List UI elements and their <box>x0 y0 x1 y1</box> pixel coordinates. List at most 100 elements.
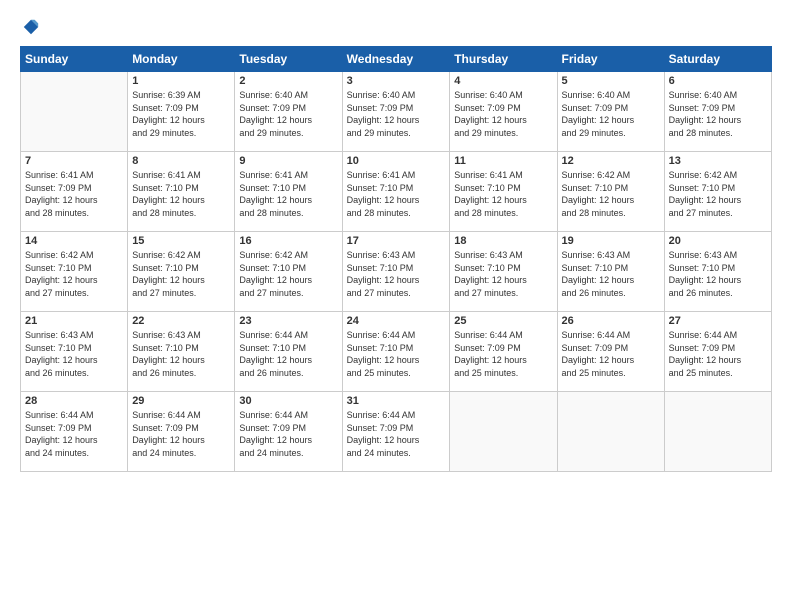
calendar-cell <box>557 392 664 472</box>
day-number: 4 <box>454 75 552 87</box>
weekday-wednesday: Wednesday <box>342 47 450 72</box>
calendar-cell: 20 Sunrise: 6:43 AM Sunset: 7:10 PM Dayli… <box>664 232 771 312</box>
calendar-cell: 25Sunrise: 6:44 AM Sunset: 7:09 PM Dayli… <box>450 312 557 392</box>
calendar-cell: 19 Sunrise: 6:43 AM Sunset: 7:10 PM Dayli… <box>557 232 664 312</box>
day-info: Sunrise: 6:43 AM Sunset: 7:10 PM Dayligh… <box>347 249 446 299</box>
day-info: Sunrise: 6:40 AM Sunset: 7:09 PM Dayligh… <box>347 89 446 139</box>
day-number: 27 <box>669 315 767 327</box>
day-number: 11 <box>454 155 552 167</box>
day-number: 17 <box>347 235 446 247</box>
calendar-cell: 29 Sunrise: 6:44 AM Sunset: 7:09 PM Dayli… <box>128 392 235 472</box>
day-info: Sunrise: 6:43 AM Sunset: 7:10 PM Dayligh… <box>669 249 767 299</box>
header <box>20 18 772 36</box>
day-info: Sunrise: 6:43 AM Sunset: 7:10 PM Dayligh… <box>132 329 230 379</box>
day-number: 22 <box>132 315 230 327</box>
calendar-cell: 3 Sunrise: 6:40 AM Sunset: 7:09 PM Daylig… <box>342 72 450 152</box>
calendar-cell: 17 Sunrise: 6:43 AM Sunset: 7:10 PM Dayli… <box>342 232 450 312</box>
day-info: Sunrise: 6:44 AM Sunset: 7:09 PM Dayligh… <box>347 409 446 459</box>
calendar-cell: 2 Sunrise: 6:40 AM Sunset: 7:09 PM Daylig… <box>235 72 342 152</box>
calendar-cell: 15 Sunrise: 6:42 AM Sunset: 7:10 PM Dayli… <box>128 232 235 312</box>
day-number: 5 <box>562 75 660 87</box>
calendar-cell: 22 Sunrise: 6:43 AM Sunset: 7:10 PM Dayli… <box>128 312 235 392</box>
day-number: 13 <box>669 155 767 167</box>
day-info: Sunrise: 6:42 AM Sunset: 7:10 PM Dayligh… <box>132 249 230 299</box>
day-number: 23 <box>239 315 337 327</box>
day-info: Sunrise: 6:40 AM Sunset: 7:09 PM Dayligh… <box>454 89 552 139</box>
weekday-header-row: SundayMondayTuesdayWednesdayThursdayFrid… <box>21 47 772 72</box>
day-info: Sunrise: 6:44 AM Sunset: 7:09 PM Dayligh… <box>454 329 552 379</box>
day-info: Sunrise: 6:43 AM Sunset: 7:10 PM Dayligh… <box>25 329 123 379</box>
day-info: Sunrise: 6:42 AM Sunset: 7:10 PM Dayligh… <box>239 249 337 299</box>
day-info: Sunrise: 6:41 AM Sunset: 7:10 PM Dayligh… <box>132 169 230 219</box>
day-number: 20 <box>669 235 767 247</box>
day-number: 30 <box>239 395 337 407</box>
weekday-tuesday: Tuesday <box>235 47 342 72</box>
day-number: 19 <box>562 235 660 247</box>
day-info: Sunrise: 6:44 AM Sunset: 7:10 PM Dayligh… <box>239 329 337 379</box>
day-number: 24 <box>347 315 446 327</box>
day-info: Sunrise: 6:41 AM Sunset: 7:10 PM Dayligh… <box>239 169 337 219</box>
weekday-thursday: Thursday <box>450 47 557 72</box>
calendar-cell: 31 Sunrise: 6:44 AM Sunset: 7:09 PM Dayli… <box>342 392 450 472</box>
calendar-cell: 5 Sunrise: 6:40 AM Sunset: 7:09 PM Daylig… <box>557 72 664 152</box>
calendar-cell: 14 Sunrise: 6:42 AM Sunset: 7:10 PM Dayli… <box>21 232 128 312</box>
calendar-cell: 11 Sunrise: 6:41 AM Sunset: 7:10 PM Dayli… <box>450 152 557 232</box>
weekday-sunday: Sunday <box>21 47 128 72</box>
day-number: 7 <box>25 155 123 167</box>
day-info: Sunrise: 6:44 AM Sunset: 7:09 PM Dayligh… <box>132 409 230 459</box>
day-info: Sunrise: 6:41 AM Sunset: 7:09 PM Dayligh… <box>25 169 123 219</box>
day-number: 6 <box>669 75 767 87</box>
day-number: 31 <box>347 395 446 407</box>
calendar-cell: 1 Sunrise: 6:39 AM Sunset: 7:09 PM Daylig… <box>128 72 235 152</box>
day-info: Sunrise: 6:40 AM Sunset: 7:09 PM Dayligh… <box>239 89 337 139</box>
day-info: Sunrise: 6:44 AM Sunset: 7:10 PM Dayligh… <box>347 329 446 379</box>
calendar-week-2: 14 Sunrise: 6:42 AM Sunset: 7:10 PM Dayli… <box>21 232 772 312</box>
day-info: Sunrise: 6:41 AM Sunset: 7:10 PM Dayligh… <box>454 169 552 219</box>
day-info: Sunrise: 6:41 AM Sunset: 7:10 PM Dayligh… <box>347 169 446 219</box>
day-number: 28 <box>25 395 123 407</box>
logo-icon <box>22 18 40 36</box>
day-number: 3 <box>347 75 446 87</box>
day-info: Sunrise: 6:42 AM Sunset: 7:10 PM Dayligh… <box>669 169 767 219</box>
page: SundayMondayTuesdayWednesdayThursdayFrid… <box>0 0 792 612</box>
day-number: 14 <box>25 235 123 247</box>
calendar-cell <box>664 392 771 472</box>
day-number: 15 <box>132 235 230 247</box>
calendar-cell: 21 Sunrise: 6:43 AM Sunset: 7:10 PM Dayli… <box>21 312 128 392</box>
calendar-cell: 13 Sunrise: 6:42 AM Sunset: 7:10 PM Dayli… <box>664 152 771 232</box>
day-number: 2 <box>239 75 337 87</box>
calendar-cell: 7 Sunrise: 6:41 AM Sunset: 7:09 PM Daylig… <box>21 152 128 232</box>
logo <box>20 18 40 36</box>
weekday-friday: Friday <box>557 47 664 72</box>
calendar-cell: 27Sunrise: 6:44 AM Sunset: 7:09 PM Dayli… <box>664 312 771 392</box>
day-info: Sunrise: 6:39 AM Sunset: 7:09 PM Dayligh… <box>132 89 230 139</box>
day-number: 29 <box>132 395 230 407</box>
day-info: Sunrise: 6:40 AM Sunset: 7:09 PM Dayligh… <box>562 89 660 139</box>
day-info: Sunrise: 6:44 AM Sunset: 7:09 PM Dayligh… <box>562 329 660 379</box>
day-number: 18 <box>454 235 552 247</box>
day-info: Sunrise: 6:42 AM Sunset: 7:10 PM Dayligh… <box>25 249 123 299</box>
day-number: 16 <box>239 235 337 247</box>
calendar-cell: 30 Sunrise: 6:44 AM Sunset: 7:09 PM Dayli… <box>235 392 342 472</box>
calendar-week-1: 7 Sunrise: 6:41 AM Sunset: 7:09 PM Daylig… <box>21 152 772 232</box>
day-info: Sunrise: 6:44 AM Sunset: 7:09 PM Dayligh… <box>239 409 337 459</box>
day-number: 12 <box>562 155 660 167</box>
calendar-table: SundayMondayTuesdayWednesdayThursdayFrid… <box>20 46 772 472</box>
day-number: 9 <box>239 155 337 167</box>
day-info: Sunrise: 6:43 AM Sunset: 7:10 PM Dayligh… <box>454 249 552 299</box>
calendar-cell: 8Sunrise: 6:41 AM Sunset: 7:10 PM Daylig… <box>128 152 235 232</box>
calendar-cell: 16 Sunrise: 6:42 AM Sunset: 7:10 PM Dayli… <box>235 232 342 312</box>
day-number: 1 <box>132 75 230 87</box>
calendar-cell <box>21 72 128 152</box>
day-number: 10 <box>347 155 446 167</box>
day-number: 21 <box>25 315 123 327</box>
calendar-cell: 26 Sunrise: 6:44 AM Sunset: 7:09 PM Dayli… <box>557 312 664 392</box>
calendar-cell: 18 Sunrise: 6:43 AM Sunset: 7:10 PM Dayli… <box>450 232 557 312</box>
day-number: 26 <box>562 315 660 327</box>
day-info: Sunrise: 6:43 AM Sunset: 7:10 PM Dayligh… <box>562 249 660 299</box>
calendar-cell: 12 Sunrise: 6:42 AM Sunset: 7:10 PM Dayli… <box>557 152 664 232</box>
calendar-cell: 28Sunrise: 6:44 AM Sunset: 7:09 PM Dayli… <box>21 392 128 472</box>
calendar-cell: 9 Sunrise: 6:41 AM Sunset: 7:10 PM Daylig… <box>235 152 342 232</box>
calendar-cell: 24 Sunrise: 6:44 AM Sunset: 7:10 PM Dayli… <box>342 312 450 392</box>
day-info: Sunrise: 6:42 AM Sunset: 7:10 PM Dayligh… <box>562 169 660 219</box>
